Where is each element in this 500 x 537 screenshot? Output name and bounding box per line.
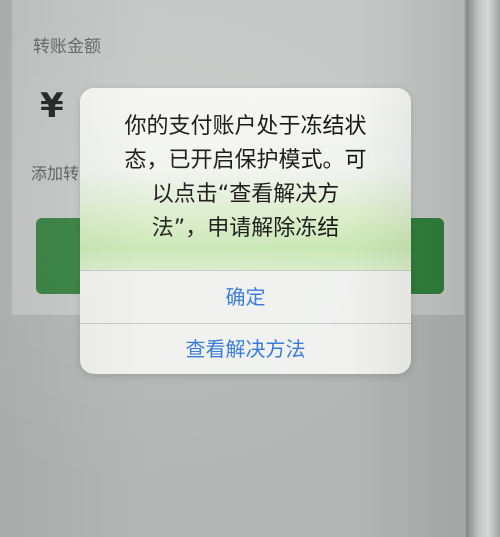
device-edge bbox=[466, 0, 500, 537]
confirm-button[interactable]: 确定 bbox=[80, 272, 411, 322]
view-solution-button[interactable]: 查看解决方法 bbox=[80, 324, 411, 374]
alert-message-line: 态，已开启保护模式。可 bbox=[124, 148, 367, 173]
alert-message-line: 你的支付账户处于冻结状 bbox=[124, 114, 367, 139]
alert-dialog: 你的支付账户处于冻结状 态，已开启保护模式。可 以点击“查看解决方 法”，申请解… bbox=[80, 88, 411, 374]
alert-divider bbox=[80, 270, 411, 271]
app-screen: 转账金额 ¥ 添加转 你的支付账户处于冻结状 态，已开启保护模式。可 以点击“查… bbox=[0, 0, 466, 537]
alert-message-line: 法”，申请解除冻结 bbox=[151, 216, 340, 241]
alert-message-line: 以点击“查看解决方 bbox=[151, 182, 340, 207]
